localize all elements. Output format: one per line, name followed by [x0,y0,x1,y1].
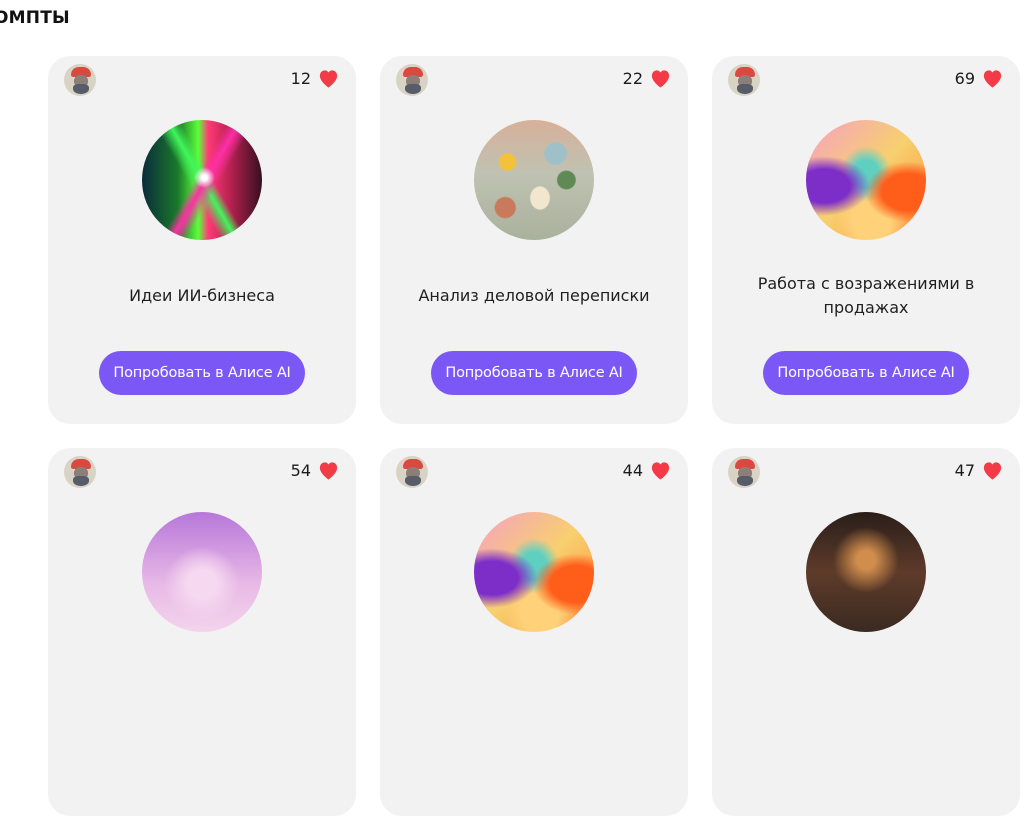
prompt-card[interactable]: 54 [48,448,356,816]
try-in-alice-button[interactable]: Попробовать в Алисе AI [99,351,305,395]
like-counter[interactable]: 54 [291,458,340,482]
prompt-card[interactable]: 22 Анализ деловой переписки Попробовать … [380,56,688,424]
author-avatar[interactable] [64,64,96,96]
prompt-card[interactable]: 12 Идеи ИИ-бизнеса Попробовать в Алисе A… [48,56,356,424]
likes-count: 12 [290,68,311,88]
prompt-card[interactable]: 69 Работа с возражениями в продажах Попр… [712,56,1020,424]
author-avatar[interactable] [728,64,760,96]
like-counter[interactable]: 44 [623,458,672,482]
section-title: ОМПТЫ [0,8,70,28]
prompt-card[interactable]: 47 [712,448,1020,816]
like-counter[interactable]: 69 [955,66,1004,90]
prompt-image [142,120,262,240]
prompt-title: Идеи ИИ-бизнеса [129,286,275,305]
like-counter[interactable]: 22 [623,66,672,90]
heart-icon[interactable] [317,459,340,481]
heart-icon[interactable] [649,459,672,481]
prompt-image [474,512,594,632]
prompt-card[interactable]: 44 [380,448,688,816]
author-avatar[interactable] [396,456,428,488]
likes-count: 54 [290,460,311,480]
likes-count: 69 [954,68,975,88]
author-avatar[interactable] [64,456,96,488]
like-counter[interactable]: 47 [955,458,1004,482]
prompt-image [806,120,926,240]
prompt-image [142,512,262,632]
author-avatar[interactable] [728,456,760,488]
prompt-image [806,512,926,632]
like-counter[interactable]: 12 [291,66,340,90]
likes-count: 44 [622,460,643,480]
heart-icon[interactable] [981,67,1004,89]
author-avatar[interactable] [396,64,428,96]
heart-icon[interactable] [649,67,672,89]
try-in-alice-button[interactable]: Попробовать в Алисе AI [431,351,637,395]
prompt-title: Работа с возражениями в продажах [757,274,975,317]
likes-count: 22 [622,68,643,88]
heart-icon[interactable] [317,67,340,89]
prompt-title: Анализ деловой переписки [418,286,650,305]
likes-count: 47 [954,460,975,480]
prompt-image [474,120,594,240]
try-in-alice-button[interactable]: Попробовать в Алисе AI [763,351,969,395]
heart-icon[interactable] [981,459,1004,481]
